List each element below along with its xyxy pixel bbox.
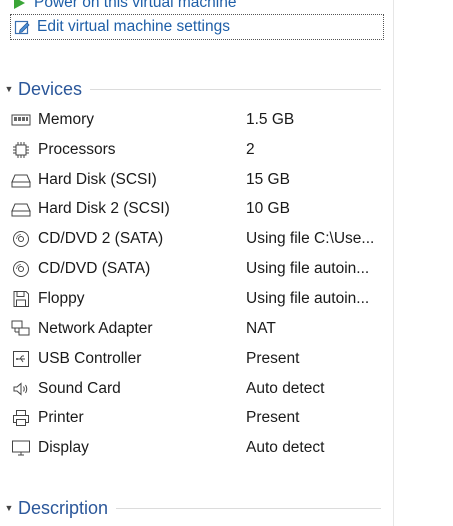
device-value: Auto detect [246, 379, 325, 397]
device-name: Memory [38, 110, 94, 128]
device-value: Using file C:\Use... [246, 230, 375, 248]
devices-section-header[interactable]: ▼ Devices [0, 77, 383, 101]
edit-settings-label: Edit virtual machine settings [37, 18, 230, 35]
device-row-cd-dvd-2[interactable]: CD/DVD 2 (SATA) Using file C:\Use... [10, 224, 393, 254]
device-value: 15 GB [246, 170, 290, 188]
description-section-header[interactable]: ▼ Description [0, 496, 383, 520]
network-adapter-icon [10, 319, 32, 339]
device-value: 2 [246, 140, 255, 158]
device-row-display[interactable]: Display Auto detect [10, 433, 393, 463]
display-icon [10, 438, 32, 458]
device-row-usb-controller[interactable]: USB Controller Present [10, 344, 393, 374]
device-row-printer[interactable]: Printer Present [10, 403, 393, 433]
device-name: Floppy [38, 289, 85, 307]
device-name: Network Adapter [38, 319, 153, 337]
sound-card-icon [10, 379, 32, 399]
printer-icon [10, 408, 32, 428]
collapse-caret-icon[interactable]: ▼ [1, 84, 17, 94]
device-name: Processors [38, 140, 116, 158]
device-value: Using file autoin... [246, 289, 370, 307]
device-row-sound-card[interactable]: Sound Card Auto detect [10, 374, 393, 404]
device-value: Auto detect [246, 439, 325, 457]
section-divider [90, 88, 381, 90]
play-icon [10, 0, 28, 12]
device-value: 10 GB [246, 200, 290, 218]
section-divider [116, 507, 381, 509]
power-on-label: Power on this virtual machine [34, 0, 237, 11]
device-row-memory[interactable]: Memory 1.5 GB [10, 105, 393, 135]
device-name: Sound Card [38, 379, 121, 397]
device-name: Printer [38, 409, 84, 427]
hard-disk-icon [10, 199, 32, 219]
device-row-hard-disk-2[interactable]: Hard Disk 2 (SCSI) 10 GB [10, 195, 393, 225]
edit-settings-command[interactable]: Edit virtual machine settings [10, 14, 384, 40]
cd-dvd-icon [10, 259, 32, 279]
device-list: Memory 1.5 GB Processors 2 Hard Disk (SC… [10, 105, 393, 463]
device-name: Display [38, 439, 89, 457]
floppy-icon [10, 289, 32, 309]
device-name: Hard Disk (SCSI) [38, 170, 157, 188]
hard-disk-icon [10, 170, 32, 190]
device-row-cd-dvd[interactable]: CD/DVD (SATA) Using file autoin... [10, 254, 393, 284]
devices-title: Devices [18, 78, 83, 99]
vm-details-panel: Power on this virtual machine Edit virtu… [0, 0, 393, 526]
cd-dvd-icon [10, 229, 32, 249]
processor-icon [10, 140, 32, 160]
device-name: Hard Disk 2 (SCSI) [38, 200, 170, 218]
device-name: USB Controller [38, 349, 142, 367]
device-name: CD/DVD (SATA) [38, 260, 151, 278]
device-row-processors[interactable]: Processors 2 [10, 135, 393, 165]
right-pane [393, 0, 453, 526]
device-value: 1.5 GB [246, 110, 295, 128]
device-value: Present [246, 349, 300, 367]
device-value: NAT [246, 319, 276, 337]
device-value: Present [246, 409, 300, 427]
device-row-floppy[interactable]: Floppy Using file autoin... [10, 284, 393, 314]
device-row-network-adapter[interactable]: Network Adapter NAT [10, 314, 393, 344]
edit-settings-icon [13, 18, 31, 36]
device-row-hard-disk[interactable]: Hard Disk (SCSI) 15 GB [10, 165, 393, 195]
device-value: Using file autoin... [246, 260, 370, 278]
usb-icon [10, 349, 32, 369]
description-title: Description [18, 497, 109, 518]
device-name: CD/DVD 2 (SATA) [38, 230, 164, 248]
collapse-caret-icon[interactable]: ▼ [1, 503, 17, 513]
memory-icon [10, 110, 32, 130]
